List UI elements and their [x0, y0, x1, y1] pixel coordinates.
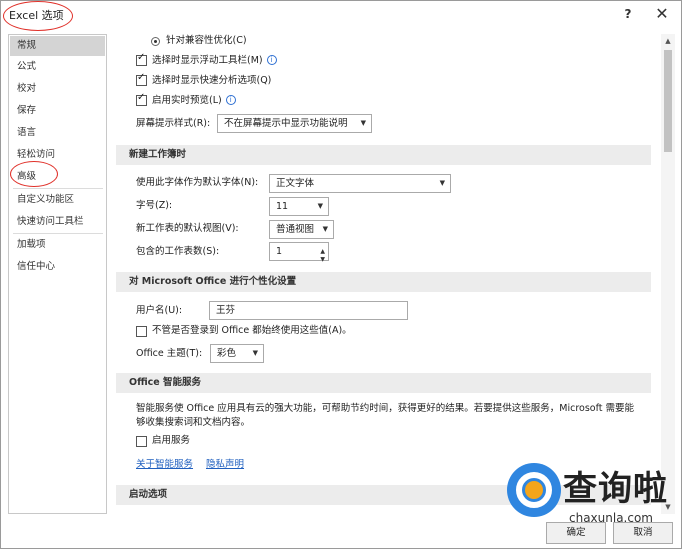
- scroll-thumb[interactable]: [664, 50, 672, 152]
- sheet-count-value: 1: [276, 246, 283, 257]
- live-preview-checkbox[interactable]: [136, 92, 147, 106]
- title-bar: Excel 选项 ? ✕: [1, 1, 681, 31]
- intelligent-description-line2: 够收集搜索词和文档内容。: [136, 417, 251, 428]
- section-header-personalize: 对 Microsoft Office 进行个性化设置: [116, 272, 651, 292]
- spinner-down-icon[interactable]: ▼: [320, 251, 325, 268]
- sheet-count-spinner[interactable]: 1 ▲ ▼: [269, 242, 329, 263]
- watermark-logo: 查询啦 chaxunla.com: [499, 461, 682, 541]
- sidebar-divider: [13, 188, 103, 189]
- screentip-value: 不在屏幕提示中显示功能说明: [224, 118, 348, 129]
- sidebar-item-general[interactable]: 常规: [10, 36, 105, 56]
- logo-dot: [525, 481, 543, 499]
- help-button[interactable]: ?: [615, 3, 641, 25]
- chevron-down-icon: ▼: [317, 202, 323, 210]
- info-icon: i: [225, 95, 236, 105]
- theme-label: Office 主题(T):: [136, 348, 203, 359]
- compat-label: 针对兼容性优化(C): [166, 35, 247, 46]
- chevron-down-icon: ▼: [360, 119, 366, 127]
- font-size-label: 字号(Z):: [136, 200, 173, 211]
- close-button[interactable]: ✕: [649, 3, 675, 25]
- default-font-select[interactable]: 正文字体 ▼: [269, 174, 451, 193]
- sidebar-divider: [13, 233, 103, 234]
- username-label: 用户名(U):: [136, 305, 183, 316]
- sidebar-item-language[interactable]: 语言: [10, 123, 105, 143]
- sidebar-item-advanced[interactable]: 高级: [10, 167, 105, 187]
- sidebar-item-accessibility[interactable]: 轻松访问: [10, 145, 105, 165]
- chevron-down-icon: ▼: [439, 179, 445, 187]
- sidebar-item-trust-center[interactable]: 信任中心: [10, 257, 105, 277]
- privacy-statement-link[interactable]: 隐私声明: [206, 456, 244, 470]
- enable-services-checkbox[interactable]: [136, 436, 147, 447]
- sheet-count-label: 包含的工作表数(S):: [136, 246, 220, 257]
- quick-analysis-label: 选择时显示快速分析选项(Q): [152, 75, 272, 86]
- live-preview-option: 启用实时预览(L) i: [152, 92, 236, 110]
- options-dialog: Excel 选项 ? ✕ 常规 公式 校对 保存 语言 轻松访问 高级 自定义功…: [0, 0, 682, 549]
- sidebar-item-customize-ribbon[interactable]: 自定义功能区: [10, 190, 105, 210]
- mini-toolbar-checkbox[interactable]: [136, 52, 147, 66]
- default-font-label: 使用此字体作为默认字体(N):: [136, 177, 259, 188]
- category-sidebar: 常规 公式 校对 保存 语言 轻松访问 高级 自定义功能区 快速访问工具栏 加载…: [8, 34, 107, 514]
- theme-value: 彩色: [217, 348, 237, 359]
- theme-select[interactable]: 彩色 ▼: [210, 344, 264, 363]
- info-icon: i: [266, 55, 277, 65]
- compat-radio[interactable]: [151, 37, 160, 46]
- mini-toolbar-label: 选择时显示浮动工具栏(M): [152, 55, 263, 66]
- dialog-title: Excel 选项: [9, 9, 64, 22]
- screentip-select[interactable]: 不在屏幕提示中显示功能说明 ▼: [217, 114, 372, 133]
- always-use-label: 不管是否登录到 Office 都始终使用这些值(A)。: [152, 325, 352, 336]
- username-input[interactable]: 王芬: [209, 301, 408, 320]
- sidebar-item-proofing[interactable]: 校对: [10, 79, 105, 99]
- section-header-intelligent-services: Office 智能服务: [116, 373, 651, 393]
- default-view-label: 新工作表的默认视图(V):: [136, 223, 239, 234]
- enable-services-label: 启用服务: [152, 435, 191, 446]
- about-intelligent-services-link[interactable]: 关于智能服务: [136, 456, 193, 470]
- default-view-select[interactable]: 普通视图 ▼: [269, 220, 334, 239]
- chevron-down-icon: ▼: [252, 349, 258, 357]
- font-size-select[interactable]: 11 ▼: [269, 197, 329, 216]
- default-font-value: 正文字体: [276, 178, 315, 189]
- sidebar-item-quick-access-toolbar[interactable]: 快速访问工具栏: [10, 212, 105, 232]
- live-preview-label: 启用实时预览(L): [152, 95, 222, 106]
- sidebar-item-save[interactable]: 保存: [10, 101, 105, 121]
- quick-analysis-checkbox[interactable]: [136, 72, 147, 86]
- chevron-down-icon: ▼: [322, 225, 328, 233]
- font-size-value: 11: [276, 201, 289, 212]
- sidebar-item-addins[interactable]: 加载项: [10, 235, 105, 255]
- scroll-up-icon[interactable]: ▲: [661, 34, 675, 48]
- watermark-url: chaxunla.com: [569, 511, 653, 525]
- watermark-text: 查询啦: [563, 469, 668, 509]
- screentip-label: 屏幕提示样式(R):: [136, 118, 211, 129]
- mini-toolbar-option: 选择时显示浮动工具栏(M) i: [152, 52, 277, 70]
- default-view-value: 普通视图: [276, 224, 315, 235]
- section-header-new-workbook: 新建工作簿时: [116, 145, 651, 165]
- always-use-checkbox[interactable]: [136, 326, 147, 337]
- vertical-scrollbar[interactable]: ▲ ▼: [661, 34, 675, 514]
- options-content: 针对兼容性优化(C) 选择时显示浮动工具栏(M)i 选择时显示快速分析选项(Q)…: [116, 34, 661, 514]
- sidebar-item-formulas[interactable]: 公式: [10, 57, 105, 77]
